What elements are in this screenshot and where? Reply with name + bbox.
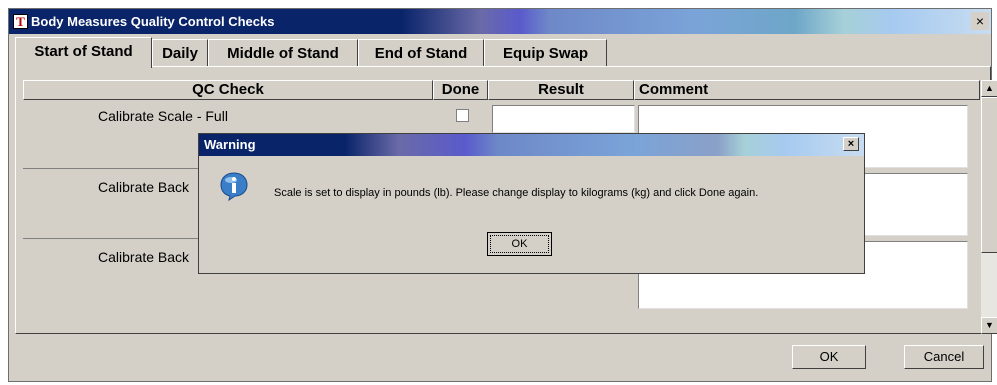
qc-check-label: Calibrate Back xyxy=(98,179,190,195)
tab-middle-of-stand[interactable]: Middle of Stand xyxy=(208,39,358,66)
window-titlebar: T Body Measures Quality Control Checks × xyxy=(9,9,991,34)
done-checkbox[interactable] xyxy=(456,109,469,122)
column-header-done: Done xyxy=(433,80,488,100)
tab-daily[interactable]: Daily xyxy=(152,39,208,66)
close-icon[interactable]: × xyxy=(843,137,859,151)
dialog-titlebar: Warning × xyxy=(199,134,864,156)
vertical-scrollbar[interactable]: ▲ ▼ xyxy=(981,80,997,334)
column-header-comment: Comment xyxy=(634,80,980,100)
scroll-down-icon[interactable]: ▼ xyxy=(981,317,997,334)
dialog-ok-label: OK xyxy=(490,235,549,253)
tab-equip-swap[interactable]: Equip Swap xyxy=(484,39,607,66)
dialog-title: Warning xyxy=(204,137,256,152)
column-header-qc-check: QC Check xyxy=(23,80,433,100)
scroll-up-icon[interactable]: ▲ xyxy=(981,80,997,97)
app-icon: T xyxy=(13,14,28,29)
info-icon xyxy=(220,172,248,201)
scroll-thumb[interactable] xyxy=(981,97,997,253)
ok-button[interactable]: OK xyxy=(792,345,866,369)
qc-check-label: Calibrate Back xyxy=(98,249,190,265)
close-icon[interactable]: × xyxy=(971,12,989,30)
dialog-message: Scale is set to display in pounds (lb). … xyxy=(274,187,759,199)
qc-check-label: Calibrate Scale - Full xyxy=(98,108,228,124)
dialog-ok-button[interactable]: OK xyxy=(487,232,552,256)
tab-start-of-stand[interactable]: Start of Stand xyxy=(15,37,152,68)
tab-end-of-stand[interactable]: End of Stand xyxy=(358,39,484,66)
warning-dialog: Warning × Scale is set to display in pou… xyxy=(198,133,865,274)
window-title: Body Measures Quality Control Checks xyxy=(31,14,275,29)
result-field[interactable] xyxy=(492,105,635,133)
cancel-button[interactable]: Cancel xyxy=(904,345,984,369)
column-header-result: Result xyxy=(488,80,634,100)
